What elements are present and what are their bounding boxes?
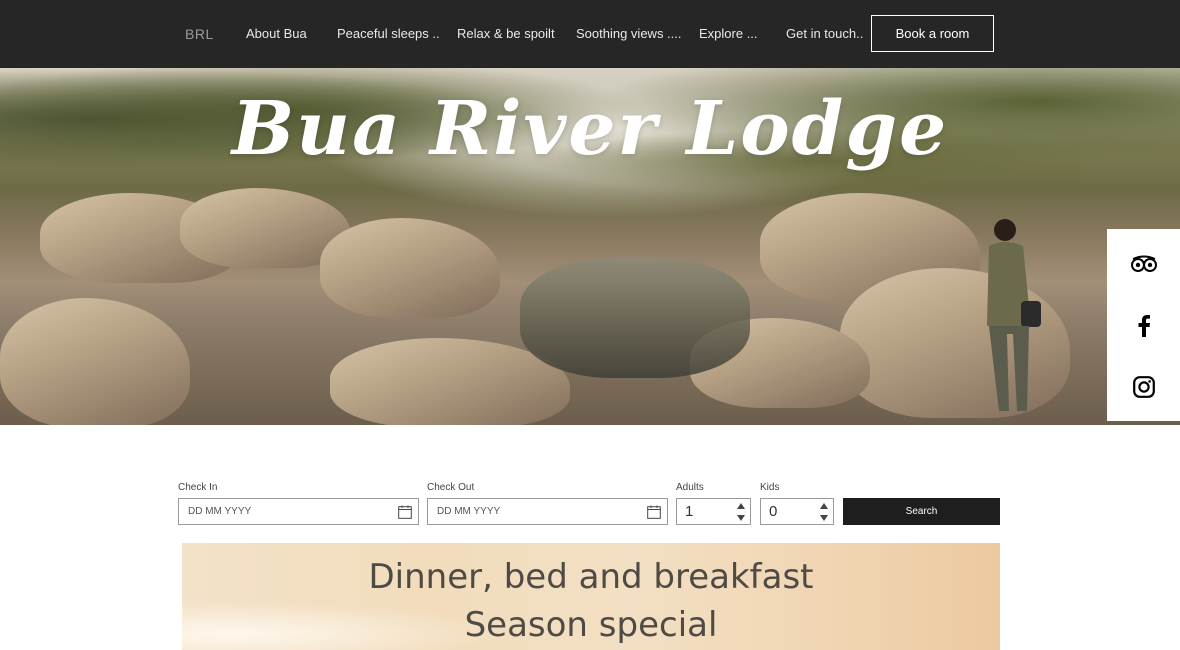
hero-image: Bua River Lodge [0, 68, 1180, 425]
nav-item-peaceful-sleeps[interactable]: Peaceful sleeps .. [337, 24, 440, 44]
kids-value[interactable]: 0 [769, 503, 777, 520]
adults-stepper-arrows [737, 503, 746, 521]
instagram-icon[interactable] [1129, 372, 1159, 402]
check-out-label: Check Out [427, 482, 475, 493]
check-in-input[interactable] [179, 499, 418, 524]
increment-arrow-icon[interactable] [737, 503, 745, 509]
check-out-field[interactable] [427, 498, 668, 525]
kids-stepper[interactable]: 0 [760, 498, 834, 525]
promo-heading: Dinner, bed and breakfast [368, 557, 814, 597]
nav-item-about[interactable]: About Bua [246, 24, 307, 44]
kids-stepper-arrows [820, 503, 829, 521]
adults-label: Adults [676, 482, 704, 493]
check-out-input[interactable] [428, 499, 667, 524]
nav-item-explore[interactable]: Explore ... [699, 24, 758, 44]
promo-subheading: Season special [464, 605, 718, 645]
search-button[interactable]: Search [843, 498, 1000, 525]
calendar-icon[interactable] [398, 505, 412, 519]
tripadvisor-icon[interactable] [1129, 249, 1159, 279]
site-logo[interactable]: BRL [185, 24, 214, 44]
adults-stepper[interactable]: 1 [676, 498, 751, 525]
top-navigation: BRL About Bua Peaceful sleeps .. Relax &… [0, 0, 1180, 68]
hero-person [987, 219, 1041, 411]
hero-water [520, 258, 750, 378]
kids-label: Kids [760, 482, 780, 493]
increment-arrow-icon[interactable] [820, 503, 828, 509]
hero-rock [0, 298, 190, 425]
nav-item-soothing-views[interactable]: Soothing views .... [576, 24, 682, 44]
check-in-label: Check In [178, 482, 218, 493]
adults-value[interactable]: 1 [685, 503, 693, 520]
decrement-arrow-icon[interactable] [737, 515, 745, 521]
social-bar [1107, 229, 1180, 421]
nav-item-relax[interactable]: Relax & be spoilt [457, 24, 555, 44]
check-in-field[interactable] [178, 498, 419, 525]
promo-banner: Dinner, bed and breakfast Season special [182, 543, 1000, 650]
decrement-arrow-icon[interactable] [820, 515, 828, 521]
hero-title: Bua River Lodge [231, 86, 949, 172]
calendar-icon[interactable] [647, 505, 661, 519]
book-a-room-button[interactable]: Book a room [871, 15, 994, 52]
nav-item-get-in-touch[interactable]: Get in touch.. [786, 24, 863, 44]
facebook-icon[interactable] [1129, 311, 1159, 341]
